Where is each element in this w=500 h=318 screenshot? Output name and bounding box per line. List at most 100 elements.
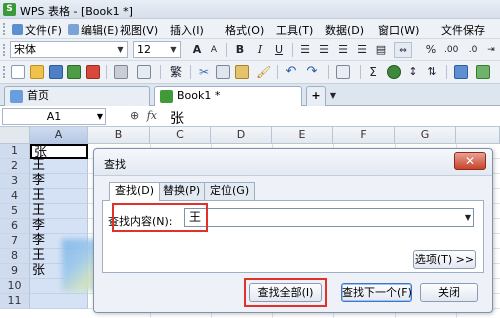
formula-input[interactable]: 张: [170, 108, 184, 128]
open-folder-icon[interactable]: [30, 65, 44, 79]
select-all-corner[interactable]: [0, 127, 30, 144]
menu-file[interactable]: 文件(F): [12, 22, 62, 38]
menu-tools[interactable]: 工具(T): [276, 22, 313, 38]
name-box[interactable]: A1 ▼: [2, 108, 106, 125]
table-cell[interactable]: 李: [30, 174, 88, 189]
table-style-icon[interactable]: [476, 65, 490, 79]
table-cell[interactable]: [30, 294, 88, 309]
pdf-icon[interactable]: [86, 65, 100, 79]
column-header[interactable]: B: [88, 127, 150, 144]
traditional-chinese-icon[interactable]: 繁: [168, 64, 184, 80]
menu-save[interactable]: 文件保存: [441, 22, 485, 38]
table-cell[interactable]: 王: [30, 189, 88, 204]
new-file-icon[interactable]: [11, 65, 25, 79]
sum-icon[interactable]: Σ: [366, 64, 380, 80]
indent-icon[interactable]: ⇥: [484, 42, 498, 58]
tab-replace[interactable]: 替换(P): [157, 182, 207, 200]
table-cell[interactable]: 王: [30, 204, 88, 219]
underline-button[interactable]: U: [272, 42, 286, 58]
bold-button[interactable]: B: [233, 42, 247, 58]
align-right-icon[interactable]: ☰: [336, 42, 350, 58]
row-header[interactable]: 8: [0, 249, 30, 264]
find-what-input[interactable]: 王 ▼: [184, 208, 474, 227]
tab-find[interactable]: 查找(D): [109, 182, 161, 201]
find-dialog-titlebar[interactable]: 查找 ✕: [94, 149, 492, 176]
align-left-icon[interactable]: ☰: [298, 42, 312, 58]
row-header[interactable]: 6: [0, 219, 30, 234]
font-size-select[interactable]: 12 ▼: [133, 41, 181, 58]
chart-icon[interactable]: [454, 65, 468, 79]
function-icon[interactable]: [387, 65, 401, 79]
column-header[interactable]: D: [211, 127, 272, 144]
fx-icon[interactable]: fx: [147, 109, 157, 122]
new-tab-button[interactable]: +: [306, 86, 326, 106]
decimal-icon[interactable]: .00: [444, 42, 458, 58]
toolbar-grip[interactable]: [3, 66, 6, 78]
toolbar-grip[interactable]: [3, 23, 6, 35]
column-header[interactable]: C: [150, 127, 211, 144]
font-name-select[interactable]: 宋体 ▼: [10, 41, 128, 58]
shrink-font-button[interactable]: A: [207, 42, 221, 58]
row-header[interactable]: 10: [0, 279, 30, 294]
toolbar-grip[interactable]: [3, 44, 6, 56]
sort-descending-icon[interactable]: ⇅: [425, 64, 439, 80]
undo-icon[interactable]: ↶: [284, 64, 298, 80]
row-header[interactable]: 9: [0, 264, 30, 279]
export-icon[interactable]: [67, 65, 81, 79]
row-header[interactable]: 11: [0, 294, 30, 309]
tab-book1[interactable]: Book1 *: [154, 86, 302, 107]
align-center-icon[interactable]: ☰: [317, 42, 331, 58]
chevron-down-icon[interactable]: ▼: [465, 209, 471, 226]
merge-center-icon[interactable]: ⇔: [394, 42, 412, 58]
menu-window-label: 窗口(W): [378, 24, 420, 37]
print-icon[interactable]: [114, 65, 128, 79]
redo-icon[interactable]: ↷: [305, 64, 319, 80]
column-header[interactable]: A: [30, 127, 88, 144]
find-next-button[interactable]: 查找下一个(F): [341, 283, 412, 302]
distribute-icon[interactable]: ▤: [374, 42, 388, 58]
row-header[interactable]: 1: [0, 144, 30, 159]
close-icon[interactable]: ✕: [454, 152, 486, 170]
justify-icon[interactable]: ☰: [355, 42, 369, 58]
toolbar-separator: [190, 65, 191, 79]
copy-icon[interactable]: [216, 65, 230, 79]
column-header[interactable]: G: [395, 127, 456, 144]
column-header[interactable]: E: [272, 127, 333, 144]
column-header[interactable]: F: [333, 127, 395, 144]
decimal-decrease-icon[interactable]: .0: [466, 42, 480, 58]
format-toolbar: 宋体 ▼ 12 ▼ A A B I U ☰ ☰ ☰ ☰ ▤ ⇔ % .00 .0 ⇥: [0, 39, 500, 61]
save-icon[interactable]: [49, 65, 63, 79]
menu-window[interactable]: 窗口(W): [378, 22, 419, 38]
table-cell[interactable]: 王: [30, 159, 88, 174]
chevron-down-icon[interactable]: ▼: [328, 88, 338, 104]
close-button[interactable]: 关闭: [420, 283, 478, 302]
options-button[interactable]: 选项(T) >>: [413, 250, 476, 269]
menu-insert[interactable]: 插入(I): [170, 22, 204, 38]
paste-icon[interactable]: [235, 65, 249, 79]
row-header[interactable]: 7: [0, 234, 30, 249]
percent-button[interactable]: %: [424, 42, 438, 58]
tab-goto[interactable]: 定位(G): [204, 182, 256, 200]
row-header[interactable]: 3: [0, 174, 30, 189]
menu-edit[interactable]: 编辑(E): [68, 22, 119, 38]
column-header[interactable]: [456, 127, 500, 144]
cut-icon[interactable]: ✂: [197, 64, 211, 80]
tab-home[interactable]: 首页: [4, 86, 150, 106]
table-cell[interactable]: 李: [30, 219, 88, 234]
menu-format[interactable]: 格式(O): [225, 22, 264, 38]
row-header[interactable]: 5: [0, 204, 30, 219]
insert-row-icon[interactable]: [336, 65, 350, 79]
menu-view[interactable]: 视图(V): [120, 22, 158, 38]
format-painter-icon[interactable]: 🖌: [256, 64, 271, 80]
menu-data[interactable]: 数据(D): [325, 22, 364, 38]
sort-ascending-icon[interactable]: ↕: [406, 64, 420, 80]
italic-button[interactable]: I: [253, 42, 267, 58]
zoom-formula-icon[interactable]: ⊕: [130, 109, 139, 122]
menu-format-label: 格式(O): [225, 24, 265, 37]
row-header[interactable]: 4: [0, 189, 30, 204]
active-cell[interactable]: 张: [30, 144, 88, 160]
grow-font-button[interactable]: A: [190, 42, 204, 58]
standard-toolbar: 繁 ✂ 🖌 ↶ ↷ Σ ↕ ⇅: [0, 61, 500, 84]
row-header[interactable]: 2: [0, 159, 30, 174]
print-preview-icon[interactable]: [137, 65, 151, 79]
